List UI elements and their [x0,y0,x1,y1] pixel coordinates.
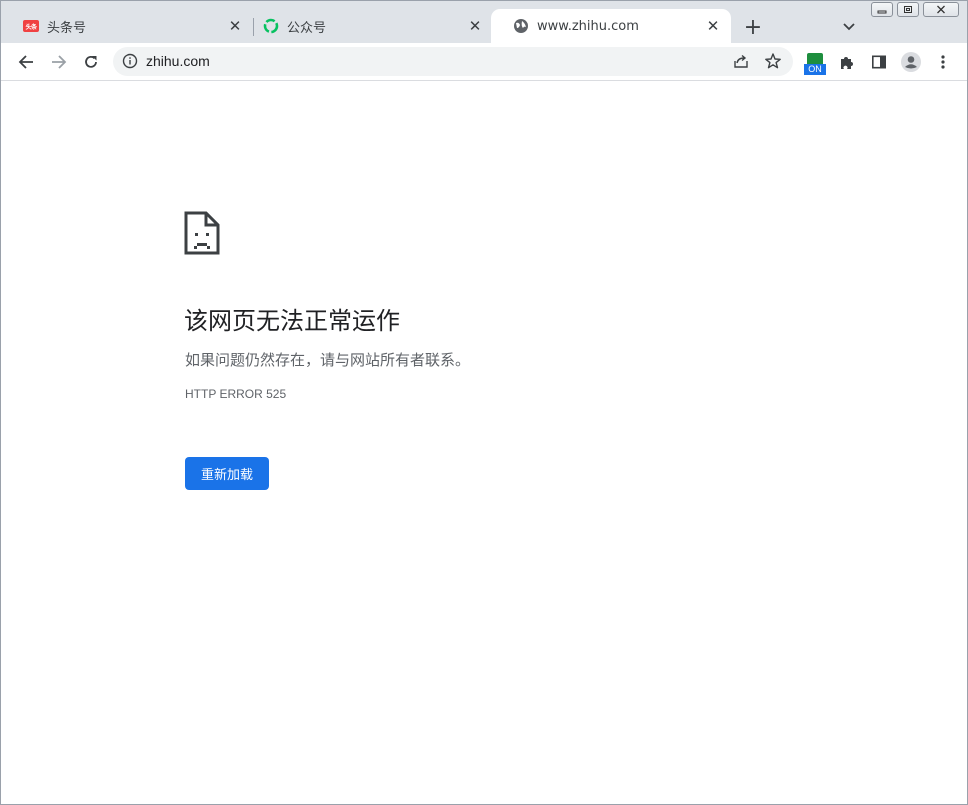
puzzle-icon [841,57,853,69]
url-text: zhihu.com [146,53,210,69]
sad-page-icon [184,211,220,259]
error-heading: 该网页无法正常运作 [184,307,400,335]
tab-toutiao[interactable]: 头条 头条号 ✕ [1,9,253,43]
menu-button[interactable] [930,49,956,75]
site-info-icon[interactable] [122,53,138,73]
tab-title: 头条号 [47,20,87,36]
page-content: 该网页无法正常运作 如果问题仍然存在，请与网站所有者联系。 HTTP ERROR… [1,81,967,804]
chevron-down-icon [843,23,855,31]
globe-icon [513,18,529,34]
tab-close-icon[interactable]: ✕ [705,18,721,34]
arrow-right-icon [52,55,67,69]
extensions-button[interactable] [834,49,860,75]
reload-button[interactable]: 重新加载 [185,457,269,490]
avatar-icon [901,52,921,72]
minimize-icon [877,10,887,13]
profile-button[interactable] [898,49,924,75]
back-button[interactable] [13,49,39,75]
tab-title: www.zhihu.com [537,18,639,34]
tab-title: 公众号 [287,20,327,36]
bookmark-star-icon[interactable] [764,52,782,74]
wechat-mp-logo-icon [263,18,279,34]
restore-icon [904,6,912,13]
extension-icon [807,53,823,64]
share-icon[interactable] [732,52,750,74]
side-panel-button[interactable] [866,49,892,75]
tab-strip: 头条 头条号 ✕ 公众号 ✕ www.zhihu.com ✕ + [1,1,967,43]
error-description: 如果问题仍然存在，请与网站所有者联系。 [185,351,471,369]
tab-zhihu[interactable]: www.zhihu.com ✕ [491,9,731,43]
minimize-button[interactable] [871,2,893,17]
error-code: HTTP ERROR 525 [185,387,287,401]
reload-toolbar-button[interactable] [78,49,104,75]
arrow-left-icon [18,55,33,69]
new-tab-button[interactable]: + [741,15,765,40]
tab-close-icon[interactable]: ✕ [467,18,483,34]
reload-icon [85,55,97,68]
more-vert-icon [941,55,945,69]
tab-search-button[interactable] [837,15,861,39]
extension-badge: ON [804,64,826,75]
browser-toolbar: zhihu.com ON [1,43,967,81]
tab-gongzhonghao[interactable]: 公众号 ✕ [241,9,493,43]
extension-on-button[interactable]: ON [804,53,826,75]
toutiao-logo-icon: 头条 [23,18,39,34]
close-icon [937,5,945,14]
browser-window: 头条 头条号 ✕ 公众号 ✕ www.zhihu.com ✕ + zhihu.c… [0,0,968,805]
forward-button[interactable] [46,49,72,75]
address-bar[interactable]: zhihu.com [113,47,793,76]
maximize-button[interactable] [897,2,919,17]
window-close-button[interactable] [923,2,959,17]
side-panel-icon [871,55,886,69]
